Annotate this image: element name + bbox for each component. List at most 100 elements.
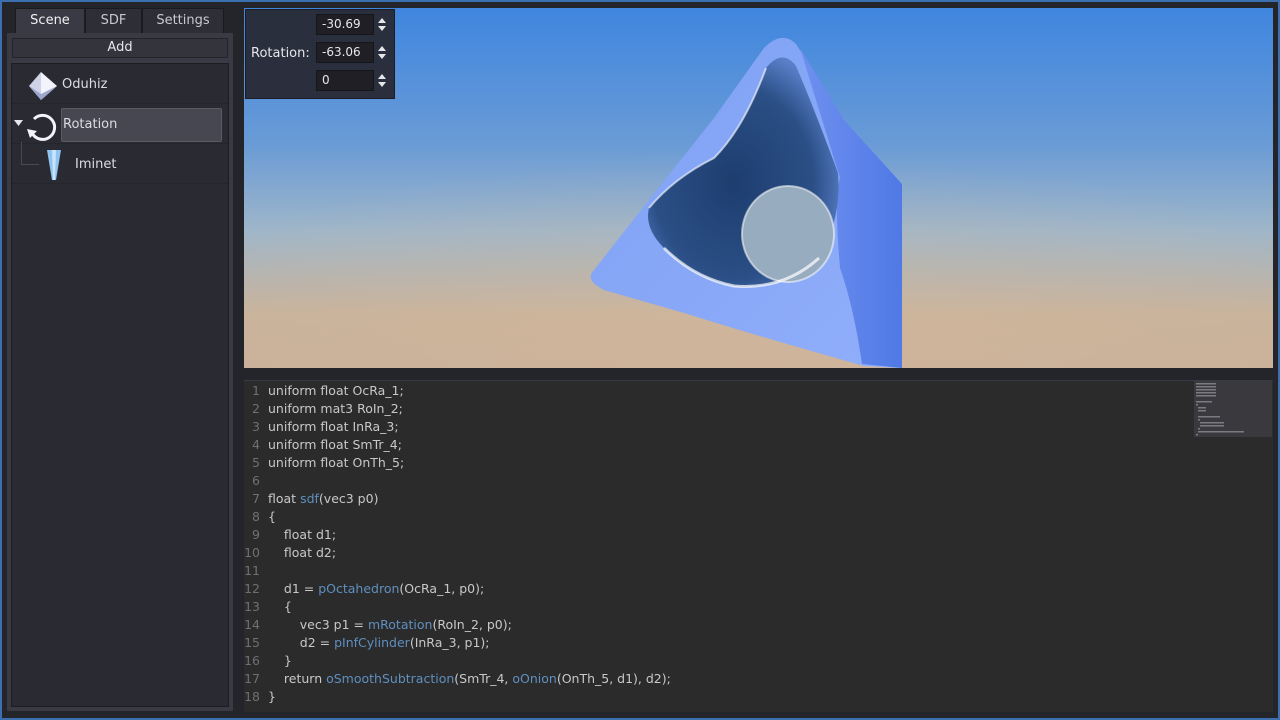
code-token: d1 = — [268, 581, 319, 596]
line-number: 17 — [244, 671, 260, 686]
code-token: (SmTr_4, — [454, 671, 513, 686]
code-line[interactable]: 13 { — [244, 598, 1184, 616]
tree-connector — [21, 164, 39, 165]
code-token: float — [268, 491, 301, 506]
line-number: 6 — [252, 473, 260, 488]
add-button[interactable]: Add — [12, 38, 228, 58]
code-token: (vec3 p0) — [318, 491, 379, 506]
code-token: (RoIn_2, p0); — [432, 617, 512, 632]
line-number: 7 — [252, 491, 260, 506]
scene-tree: Oduhiz Rotation Iminet — [11, 63, 229, 707]
function-name: pOctahedron — [318, 581, 400, 596]
code-line[interactable]: 8{ — [244, 508, 1184, 526]
code-line[interactable]: 5 uniform float OnTh_5; — [244, 454, 1184, 472]
sdf-render — [244, 8, 1273, 368]
code-text: } — [268, 688, 276, 706]
expand-arrow-icon[interactable] — [14, 120, 24, 128]
code-token: uniform float InRa_3; — [268, 419, 399, 434]
code-text: uniform mat3 RoIn_2; — [268, 400, 403, 418]
code-line[interactable]: 18} — [244, 688, 1184, 706]
code-token: } — [268, 689, 276, 704]
code-line[interactable]: 16 } — [244, 652, 1184, 670]
render-viewport[interactable] — [244, 8, 1273, 368]
tab-scene[interactable]: Scene — [15, 8, 85, 34]
code-token: uniform float SmTr_4; — [268, 437, 402, 452]
code-text: float d2; — [268, 544, 336, 562]
rotation-z-field[interactable]: 0 — [316, 70, 374, 91]
code-token: } — [268, 653, 292, 668]
minimap-preview — [1196, 383, 1244, 436]
code-text: d2 = pInfCylinder(InRa_3, p1); — [268, 634, 490, 652]
function-name: sdf — [300, 491, 319, 506]
rotation-inspector: Rotation: -30.69 -63.06 0 — [245, 9, 395, 99]
code-text: { — [268, 508, 276, 526]
code-line[interactable]: 7 float sdf(vec3 p0) — [244, 490, 1184, 508]
code-minimap[interactable] — [1194, 381, 1272, 437]
code-line[interactable]: 3 uniform float InRa_3; — [244, 418, 1184, 436]
code-line[interactable]: 11 — [244, 562, 1184, 580]
code-token: uniform mat3 RoIn_2; — [268, 401, 403, 416]
code-token: (OnTh_5, d1), d2); — [556, 671, 671, 686]
rotation-x-stepper-icon[interactable] — [376, 14, 388, 35]
code-line[interactable]: 6 — [244, 472, 1184, 490]
rotation-label: Rotation: — [251, 46, 310, 61]
code-token: float d2; — [268, 545, 337, 560]
code-editor[interactable]: 1 uniform float OcRa_1; 2 uniform mat3 RoIn… — [244, 380, 1273, 712]
line-number: 16 — [244, 653, 260, 668]
function-name: mRotation — [367, 617, 433, 632]
line-number: 13 — [244, 599, 260, 614]
left-tab-bar: Scene SDF Settings — [15, 8, 224, 34]
code-token: (OcRa_1, p0); — [399, 581, 485, 596]
rotation-y-stepper-icon[interactable] — [376, 42, 388, 63]
code-token: uniform float OnTh_5; — [268, 455, 405, 470]
code-line[interactable]: 12 d1 = pOctahedron(OcRa_1, p0); — [244, 580, 1184, 598]
tree-item-rotation[interactable]: Rotation — [12, 106, 228, 144]
code-text: return oSmoothSubtraction(SmTr_4, oOnion… — [268, 670, 671, 688]
line-number: 18 — [244, 689, 260, 704]
line-number: 12 — [244, 581, 260, 596]
code-token: vec3 p1 = — [268, 617, 368, 632]
rotation-x-field[interactable]: -30.69 — [316, 14, 374, 35]
code-line[interactable]: 15 d2 = pInfCylinder(InRa_3, p1); — [244, 634, 1184, 652]
tab-sdf[interactable]: SDF — [85, 8, 142, 34]
line-number: 14 — [244, 617, 260, 632]
code-line[interactable]: 1 uniform float OcRa_1; — [244, 382, 1184, 400]
code-text: } — [268, 652, 292, 670]
tree-item-oduhiz[interactable]: Oduhiz — [12, 66, 228, 104]
code-text: { — [268, 598, 292, 616]
code-text: vec3 p1 = mRotation(RoIn_2, p0); — [268, 616, 512, 634]
code-token: uniform float OcRa_1; — [268, 383, 404, 398]
rotation-y-field[interactable]: -63.06 — [316, 42, 374, 63]
rotation-z-stepper-icon[interactable] — [376, 70, 388, 91]
code-line[interactable]: 2 uniform mat3 RoIn_2; — [244, 400, 1184, 418]
code-line[interactable]: 17 return oSmoothSubtraction(SmTr_4, oOn… — [244, 670, 1184, 688]
code-token: return — [268, 671, 327, 686]
tab-settings[interactable]: Settings — [142, 8, 224, 34]
code-token: { — [268, 599, 292, 614]
code-line[interactable]: 9 float d1; — [244, 526, 1184, 544]
line-number: 3 — [252, 419, 260, 434]
tree-item-label: Rotation — [63, 117, 118, 132]
line-number: 5 — [252, 455, 260, 470]
octahedron-icon — [29, 72, 57, 100]
line-number: 15 — [244, 635, 260, 650]
tree-item-label: Oduhiz — [62, 77, 108, 92]
function-name: pInfCylinder — [334, 635, 410, 650]
line-number: 8 — [252, 509, 260, 524]
scene-panel: Add Oduhiz Rotation Iminet — [7, 33, 233, 711]
code-token: d2 = — [268, 635, 335, 650]
code-line[interactable]: 14 vec3 p1 = mRotation(RoIn_2, p0); — [244, 616, 1184, 634]
code-text: uniform float OnTh_5; — [268, 454, 404, 472]
code-token: (InRa_3, p1); — [409, 635, 490, 650]
code-text: uniform float OcRa_1; — [268, 382, 404, 400]
code-token: { — [268, 509, 276, 524]
tree-connector — [21, 142, 22, 164]
code-text: float sdf(vec3 p0) — [268, 490, 378, 508]
code-line[interactable]: 10 float d2; — [244, 544, 1184, 562]
code-text: uniform float SmTr_4; — [268, 436, 402, 454]
tree-item-iminet[interactable]: Iminet — [12, 142, 228, 184]
line-number: 2 — [252, 401, 260, 416]
function-name: oOnion — [512, 671, 557, 686]
line-number: 1 — [252, 383, 260, 398]
code-line[interactable]: 4 uniform float SmTr_4; — [244, 436, 1184, 454]
